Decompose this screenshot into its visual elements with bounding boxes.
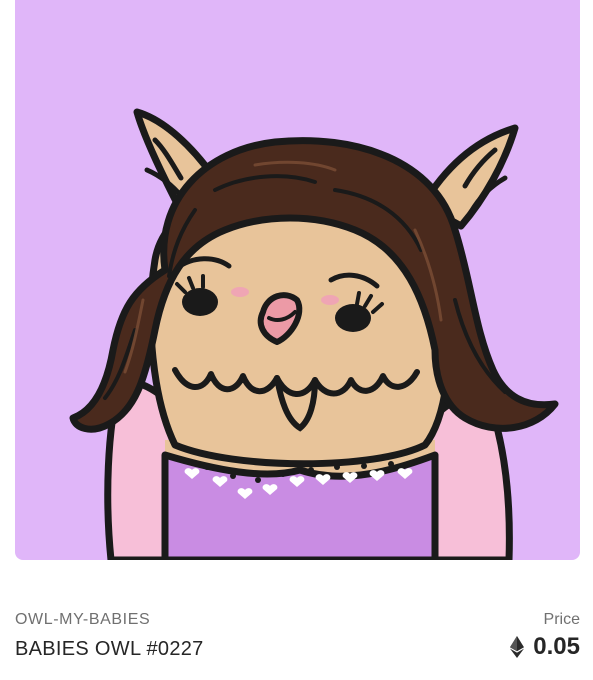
price-value: 0.05	[533, 633, 580, 660]
price-label: Price	[543, 611, 580, 628]
nft-image[interactable]	[15, 0, 580, 560]
ethereum-icon	[510, 636, 525, 658]
price: 0.05	[510, 633, 580, 661]
nft-card[interactable]: OWL-MY-BABIES BABIES OWL #0227 Price 0.0…	[0, 0, 593, 680]
nft-title[interactable]: BABIES OWL #0227	[15, 638, 204, 661]
nft-info: OWL-MY-BABIES BABIES OWL #0227 Price 0.0…	[15, 608, 580, 668]
collection-name[interactable]: OWL-MY-BABIES	[15, 611, 150, 629]
